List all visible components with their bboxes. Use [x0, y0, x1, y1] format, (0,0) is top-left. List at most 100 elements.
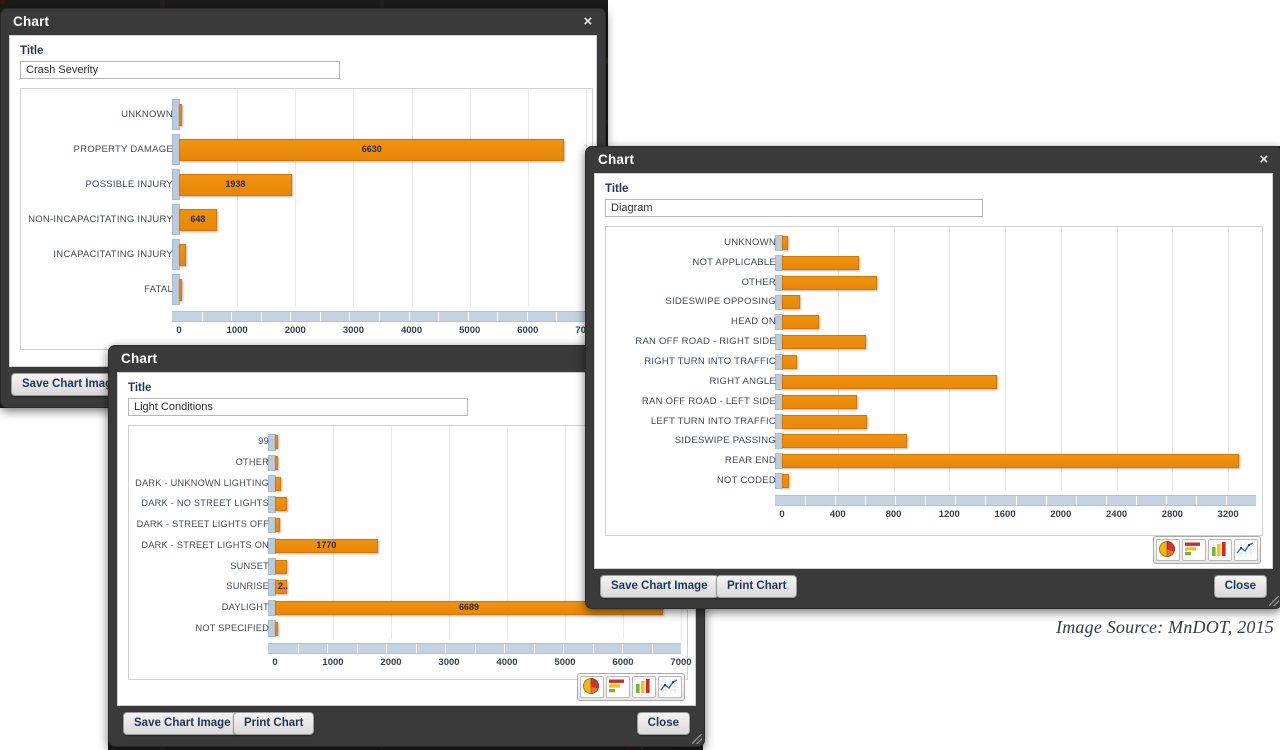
chart-axis-segment — [467, 312, 469, 321]
chart-x-axis-band — [172, 311, 586, 322]
horizontal-bar-chart-icon[interactable] — [606, 676, 630, 698]
chart-category-label: REAR END — [724, 455, 776, 467]
chart-x-tick-label: 2000 — [1050, 509, 1072, 520]
chart-category-label: 99 — [258, 436, 269, 447]
chart-gridline — [353, 89, 355, 307]
chart-category-label: DARK - STREET LIGHTS OFF — [136, 519, 269, 530]
chart-category-label: INCAPACITATING INJURY — [53, 248, 173, 260]
page-white-area-left-bottom — [0, 408, 108, 750]
chart-title-input[interactable] — [20, 61, 340, 79]
chart-bar[interactable] — [179, 103, 182, 126]
chart-axis-segment — [356, 644, 358, 653]
chart-category-label: DAYLIGHT — [221, 601, 269, 612]
chart-gridline — [949, 227, 951, 491]
window-titlebar: Chart × — [586, 147, 1280, 173]
line-chart-icon[interactable] — [1234, 539, 1258, 561]
chart-bar[interactable] — [782, 235, 788, 250]
chart-bar[interactable] — [275, 476, 281, 491]
chart-gridline — [527, 89, 529, 307]
chart-bar[interactable] — [782, 295, 801, 310]
chart-canvas: UNKNOWN NOT APPLICABLE OTHER SIDESWIPE OPPO… — [606, 227, 1262, 535]
chart-x-tick-label: 0 — [272, 657, 278, 668]
window-title-text: Chart — [598, 152, 635, 167]
chart-category-label: NOT APPLICABLE — [692, 256, 776, 268]
chart-bar[interactable] — [179, 243, 186, 266]
vertical-bar-chart-icon[interactable] — [632, 676, 656, 698]
chart-window-diagram[interactable]: Chart × Title UNKNOWN NOT APPLICABLE OTHER… — [585, 146, 1280, 609]
chart-bar[interactable] — [179, 278, 182, 301]
chart-axis-segment — [1135, 496, 1137, 505]
chart-axis-segment — [805, 496, 807, 505]
close-icon[interactable]: × — [1256, 150, 1272, 170]
chart-x-tick-label: 7000 — [670, 657, 692, 668]
chart-axis-segment — [925, 496, 927, 505]
chart-category-label: RAN OFF ROAD - LEFT SIDE — [641, 395, 776, 407]
chart-x-tick-label: 0 — [779, 509, 785, 520]
close-icon[interactable]: × — [580, 12, 596, 32]
chart-gridline — [1228, 227, 1230, 491]
chart-bar[interactable] — [782, 414, 868, 429]
chart-category-label: LEFT TURN INTO TRAFFIC — [650, 415, 776, 427]
chart-bar[interactable] — [782, 355, 798, 369]
print-chart-button[interactable]: Print Chart — [233, 712, 315, 735]
chart-bar[interactable] — [275, 621, 278, 636]
page-white-area-top-right — [608, 0, 1280, 146]
chart-x-tick-label: 1600 — [994, 509, 1016, 520]
chart-x-tick-label: 400 — [829, 509, 846, 520]
chart-category-label: RAN OFF ROAD - RIGHT SIDE — [635, 336, 776, 348]
chart-bar[interactable] — [782, 434, 908, 449]
chart-type-toolbar[interactable] — [577, 673, 685, 701]
chart-plot-area-diagram: UNKNOWN NOT APPLICABLE OTHER SIDESWIPE OPPO… — [605, 226, 1263, 536]
chart-bar[interactable] — [275, 497, 288, 512]
chart-axis-segment — [1015, 496, 1017, 505]
chart-title-input[interactable] — [128, 398, 468, 416]
chart-x-tick-label: 5000 — [554, 657, 576, 668]
chart-axis-segment — [526, 312, 528, 321]
pie-chart-icon[interactable] — [1156, 539, 1180, 561]
chart-category-label: HEAD ON — [730, 316, 776, 328]
chart-axis-segment — [231, 312, 233, 321]
chart-bar[interactable] — [782, 315, 819, 330]
chart-bar[interactable] — [275, 559, 287, 574]
chart-axis-segment — [297, 644, 299, 653]
chart-x-tick-label: 6000 — [517, 325, 539, 336]
chart-axis-segment — [865, 496, 867, 505]
chart-type-toolbar[interactable] — [1153, 536, 1261, 564]
resize-grip[interactable] — [692, 734, 702, 744]
chart-bar[interactable] — [782, 335, 866, 350]
horizontal-bar-chart-icon[interactable] — [1182, 539, 1206, 561]
chart-bar[interactable] — [782, 454, 1240, 469]
chart-category-label: OTHER — [741, 276, 776, 288]
chart-bar[interactable] — [275, 456, 278, 471]
close-button[interactable]: Close — [1213, 575, 1267, 598]
chart-category-label: PROPERTY DAMAGE — [73, 143, 173, 155]
close-button[interactable]: Close — [636, 712, 690, 735]
chart-x-tick-label: 2400 — [1106, 509, 1128, 520]
chart-bar[interactable] — [275, 518, 280, 533]
chart-title-input[interactable] — [605, 199, 983, 217]
save-chart-image-button[interactable]: Save Chart Image — [123, 712, 242, 735]
save-chart-image-button[interactable]: Save Chart Image — [600, 575, 719, 598]
chart-bar[interactable] — [275, 435, 278, 450]
image-source-caption: Image Source: MnDOT, 2015 — [1056, 617, 1274, 637]
window-titlebar: Chart × — [1, 9, 605, 35]
chart-category-label: NON-INCAPACITATING INJURY — [28, 213, 173, 225]
chart-bar[interactable] — [782, 394, 858, 409]
resize-grip[interactable] — [1269, 596, 1279, 606]
pie-chart-icon[interactable] — [580, 676, 604, 698]
chart-axis-segment — [445, 644, 446, 653]
line-chart-icon[interactable] — [658, 676, 682, 698]
chart-bar[interactable] — [782, 275, 877, 290]
print-chart-button[interactable]: Print Chart — [716, 575, 798, 598]
chart-x-tick-label: 1000 — [322, 657, 344, 668]
chart-gridline — [1005, 227, 1007, 491]
chart-x-axis-band — [775, 495, 1256, 506]
chart-axis-segment — [408, 312, 410, 321]
chart-x-tick-label: 1000 — [226, 325, 248, 336]
chart-x-tick-label: 1200 — [938, 509, 960, 520]
chart-bar[interactable] — [782, 374, 997, 389]
chart-bar[interactable] — [782, 474, 789, 489]
vertical-bar-chart-icon[interactable] — [1208, 539, 1232, 561]
chart-axis-segment — [260, 312, 262, 321]
chart-bar[interactable] — [782, 255, 859, 270]
